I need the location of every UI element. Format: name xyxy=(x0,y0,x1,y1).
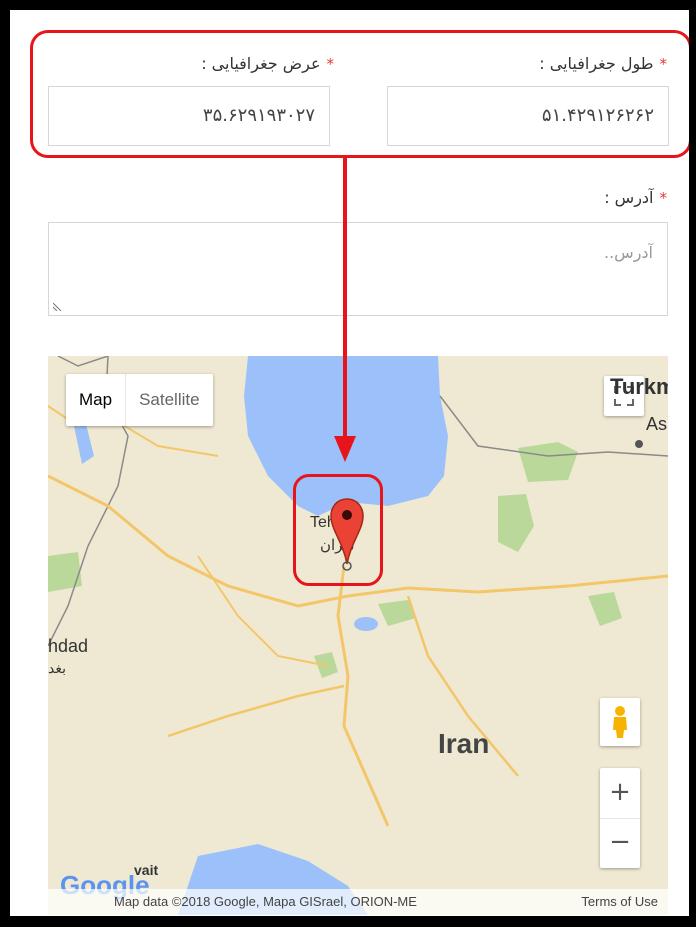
location-form-panel: *طول جغرافیایی : ۵۱.۴۲۹۱۲۶۲۶۲ *عرض جغراف… xyxy=(10,10,689,916)
pegman-icon xyxy=(613,706,627,738)
street-view-button[interactable] xyxy=(600,698,640,746)
map-label-turkmenistan: Turkme xyxy=(610,374,668,399)
map-type-map-button[interactable]: Map xyxy=(66,374,125,426)
annotation-arrow xyxy=(334,156,356,462)
zoom-out-button[interactable]: − xyxy=(600,819,640,869)
map-label-ashgabat: As xyxy=(646,414,668,434)
address-placeholder: آدرس.. xyxy=(604,243,653,262)
map-type-control: Map Satellite xyxy=(66,374,213,426)
zoom-in-button[interactable]: + xyxy=(600,768,640,819)
address-label: *آدرس : xyxy=(604,188,667,207)
map-type-satellite-button[interactable]: Satellite xyxy=(125,374,212,426)
map-label-iran: Iran xyxy=(438,728,490,759)
map-label-baghdad-fa: بغد xyxy=(48,660,66,676)
zoom-control: + − xyxy=(600,768,640,868)
annotation-coordinates-box xyxy=(30,30,689,158)
map-label-baghdad-en: hdad xyxy=(48,636,89,656)
map-footer: Map data ©2018 Google, Mapa GISrael, ORI… xyxy=(48,889,668,915)
required-star: * xyxy=(659,189,668,207)
resize-handle-icon[interactable] xyxy=(53,301,63,311)
terms-of-use-link[interactable]: Terms of Use xyxy=(581,894,658,909)
annotation-marker-box xyxy=(293,474,383,586)
map-attribution: Map data ©2018 Google, Mapa GISrael, ORI… xyxy=(114,894,417,909)
